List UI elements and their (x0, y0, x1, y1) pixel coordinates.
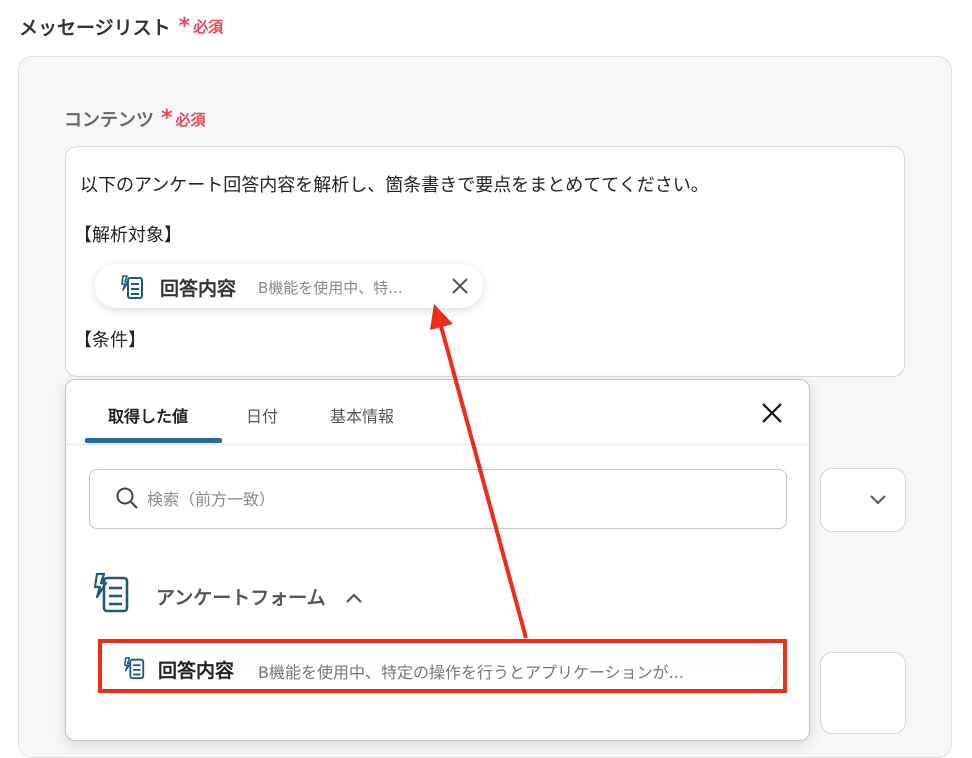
content-line-3: 【条件】 (74, 330, 146, 351)
chip-preview: B機能を使用中、特... (258, 279, 403, 297)
content-line-2: 【解析対象】 (74, 225, 182, 246)
message-list-label: メッセージリスト * 必須 (19, 13, 223, 40)
required-text: 必須 (175, 110, 206, 129)
close-icon[interactable] (451, 277, 469, 299)
form-icon (91, 571, 131, 619)
search-input[interactable] (145, 484, 749, 514)
chevron-up-icon[interactable] (345, 589, 363, 608)
close-icon[interactable] (761, 402, 783, 428)
chevron-down-icon (869, 491, 887, 510)
background-field[interactable] (820, 652, 906, 734)
form-icon (119, 274, 145, 304)
required-text: 必須 (193, 18, 224, 36)
inserted-value-chip[interactable]: 回答内容 B機能を使用中、特... (95, 264, 483, 308)
annotation-highlight-box (98, 639, 787, 693)
content-line-1: 以下のアンケート回答内容を解析し、箇条書きで要点をまとめててください。 (80, 175, 709, 196)
required-indicator: * 必須 (178, 13, 224, 39)
required-asterisk: * (178, 13, 191, 39)
tab-acquired-values[interactable]: 取得した値 (108, 403, 188, 427)
content-required-indicator: * 必須 (161, 108, 206, 130)
tab-basic-info[interactable]: 基本情報 (330, 403, 394, 427)
search-icon (115, 486, 139, 514)
picker-tabs: 取得した値 日付 基本情報 (66, 380, 809, 445)
group-header-survey-form[interactable]: アンケートフォーム (66, 568, 809, 624)
content-title: コンテンツ (64, 110, 154, 131)
message-list-title: メッセージリスト (19, 17, 171, 39)
search-box (89, 469, 787, 529)
group-title: アンケートフォーム (156, 587, 326, 609)
required-asterisk: * (161, 106, 173, 131)
background-select[interactable] (820, 468, 906, 532)
content-label: コンテンツ * 必須 (64, 106, 206, 132)
tab-date[interactable]: 日付 (246, 403, 278, 427)
active-tab-indicator (85, 438, 222, 443)
chip-title: 回答内容 (160, 278, 237, 300)
